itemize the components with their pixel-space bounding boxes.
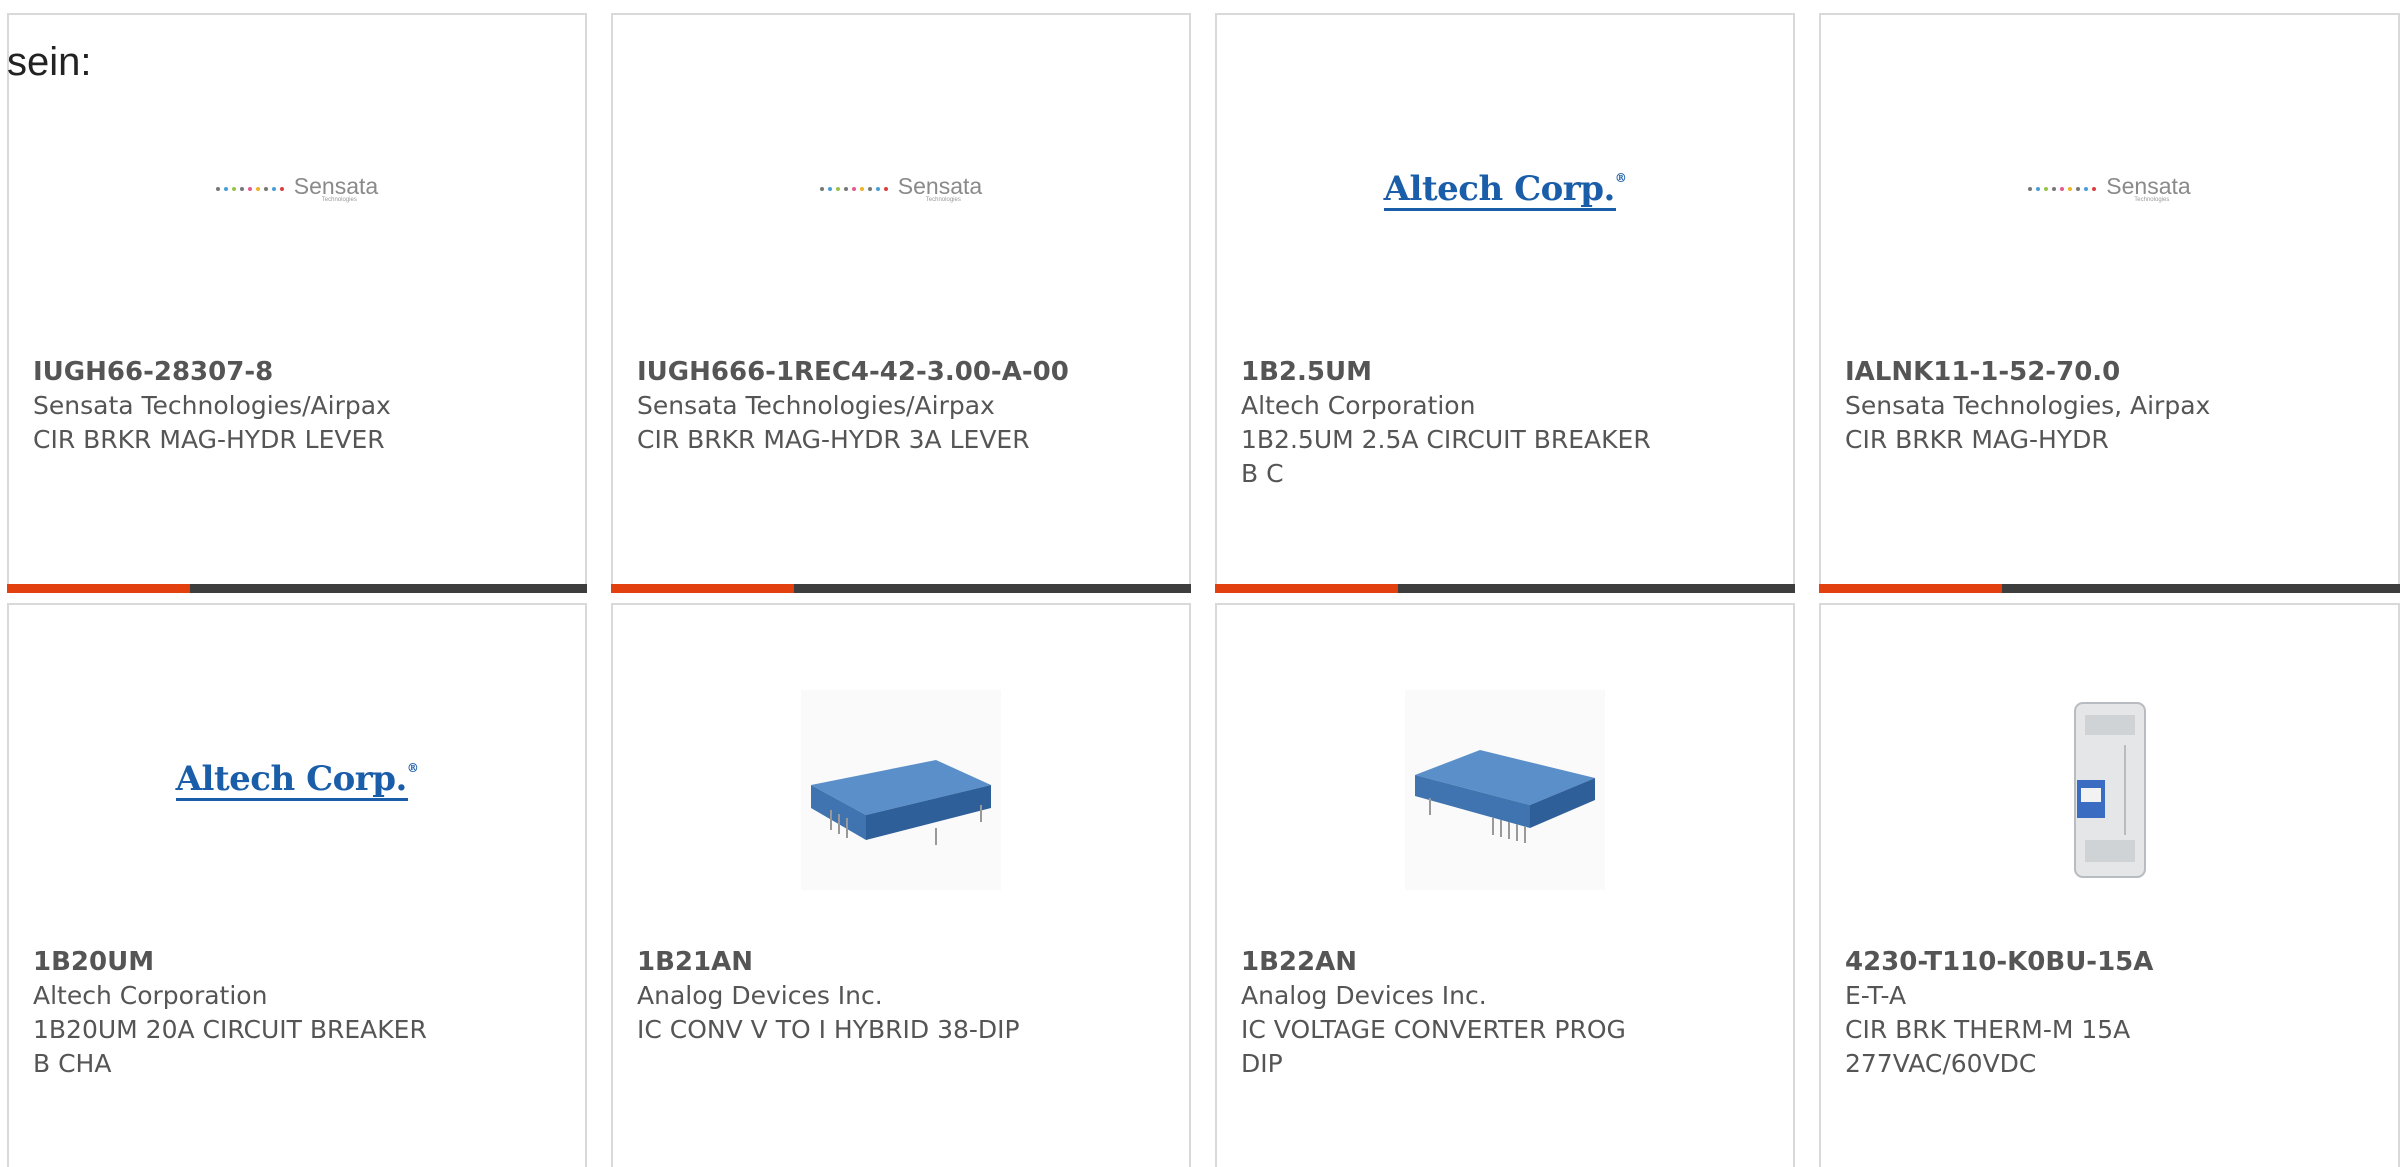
sensata-logo: Sensata Technologies: [2028, 173, 2191, 203]
product-image: Sensata Technologies: [9, 15, 585, 355]
registered-mark: ®: [406, 761, 419, 775]
product-card[interactable]: Sensata Technologies IALNK11-1-52-70.0 S…: [1819, 13, 2400, 593]
card-bottom-bar: [7, 584, 587, 593]
product-image: Sensata Technologies: [613, 15, 1189, 355]
hybrid-module-photo: [1405, 690, 1605, 890]
manufacturer: Analog Devices Inc.: [637, 981, 883, 1010]
description-line: 277VAC/60VDC: [1845, 1049, 2037, 1078]
description-line: B CHA: [33, 1049, 112, 1078]
sensata-brand: Sensata: [293, 173, 379, 199]
card-accent-bar: [1819, 584, 2002, 593]
manufacturer: Altech Corporation: [1241, 391, 1476, 420]
product-card[interactable]: Altech Corp.® 1B2.5UM Altech Corporation…: [1215, 13, 1795, 593]
product-image: Sensata Technologies: [1821, 15, 2398, 355]
description-line: CIR BRKR MAG-HYDR LEVER: [33, 425, 385, 454]
sensata-brand: Sensata: [897, 173, 983, 199]
description-line: CIR BRK THERM-M 15A: [1845, 1015, 2131, 1044]
manufacturer: Sensata Technologies, Airpax: [1845, 391, 2211, 420]
card-bottom-bar: [1215, 584, 1795, 593]
description-line: IC VOLTAGE CONVERTER PROG: [1241, 1015, 1626, 1044]
manufacturer: Sensata Technologies/Airpax: [33, 391, 391, 420]
altech-brand: Altech Corp.: [1383, 169, 1616, 209]
sensata-logo: Sensata Technologies: [215, 173, 379, 203]
description-line: IC CONV V TO I HYBRID 38-DIP: [637, 1015, 1020, 1044]
altech-logo: Altech Corp.®: [1383, 169, 1627, 211]
sensata-tagline: Technologies: [925, 197, 961, 203]
manufacturer: Altech Corporation: [33, 981, 268, 1010]
part-number[interactable]: 1B20UM: [33, 945, 561, 979]
din-breaker-photo: [2055, 695, 2165, 885]
card-bottom-bar: [1819, 584, 2400, 593]
card-accent-bar: [611, 584, 794, 593]
description-line: 1B2.5UM 2.5A CIRCUIT BREAKER: [1241, 425, 1651, 454]
product-grid-page: sein: Sensata Technologies IUGH66-28307-…: [0, 0, 2400, 1167]
product-card[interactable]: Altech Corp.® 1B20UM Altech Corporation …: [7, 603, 587, 1167]
description-line: CIR BRKR MAG-HYDR: [1845, 425, 2109, 454]
altech-logo: Altech Corp.®: [175, 759, 419, 801]
description-line: B C: [1241, 459, 1284, 488]
product-card[interactable]: Sensata Technologies IUGH66-28307-8 Sens…: [7, 13, 587, 593]
sensata-dots-icon: [215, 187, 284, 191]
product-image: Altech Corp.®: [1217, 15, 1793, 355]
manufacturer: Analog Devices Inc.: [1241, 981, 1487, 1010]
part-number[interactable]: IUGH666-1REC4-42-3.00-A-00: [637, 355, 1165, 389]
sensata-tagline: Technologies: [2134, 197, 2170, 203]
registered-mark: ®: [1614, 171, 1627, 185]
card-bottom-bar: [611, 584, 1191, 593]
description-line: 1B20UM 20A CIRCUIT BREAKER: [33, 1015, 427, 1044]
product-image: [613, 605, 1189, 945]
sensata-tagline: Technologies: [321, 197, 357, 203]
sensata-dots-icon: [819, 187, 888, 191]
description-line: CIR BRKR MAG-HYDR 3A LEVER: [637, 425, 1030, 454]
product-image: [1217, 605, 1793, 945]
part-number[interactable]: 1B21AN: [637, 945, 1165, 979]
manufacturer: E-T-A: [1845, 981, 1907, 1010]
part-number[interactable]: 1B22AN: [1241, 945, 1769, 979]
card-accent-bar: [7, 584, 190, 593]
product-image: [1821, 605, 2398, 945]
sensata-brand: Sensata: [2106, 173, 2191, 199]
altech-brand: Altech Corp.: [175, 759, 408, 799]
intro-text: sein:: [7, 40, 92, 84]
part-number[interactable]: 1B2.5UM: [1241, 355, 1769, 389]
part-number[interactable]: IUGH66-28307-8: [33, 355, 561, 389]
product-card[interactable]: 1B21AN Analog Devices Inc. IC CONV V TO …: [611, 603, 1191, 1167]
product-image: Altech Corp.®: [9, 605, 585, 945]
part-number[interactable]: IALNK11-1-52-70.0: [1845, 355, 2374, 389]
part-number[interactable]: 4230-T110-K0BU-15A: [1845, 945, 2374, 979]
product-card[interactable]: 1B22AN Analog Devices Inc. IC VOLTAGE CO…: [1215, 603, 1795, 1167]
description-line: DIP: [1241, 1049, 1283, 1078]
hybrid-module-photo: [801, 690, 1001, 890]
product-card[interactable]: 4230-T110-K0BU-15A E-T-A CIR BRK THERM-M…: [1819, 603, 2400, 1167]
card-accent-bar: [1215, 584, 1398, 593]
manufacturer: Sensata Technologies/Airpax: [637, 391, 995, 420]
sensata-dots-icon: [2028, 187, 2097, 191]
product-card[interactable]: Sensata Technologies IUGH666-1REC4-42-3.…: [611, 13, 1191, 593]
sensata-logo: Sensata Technologies: [819, 173, 983, 203]
